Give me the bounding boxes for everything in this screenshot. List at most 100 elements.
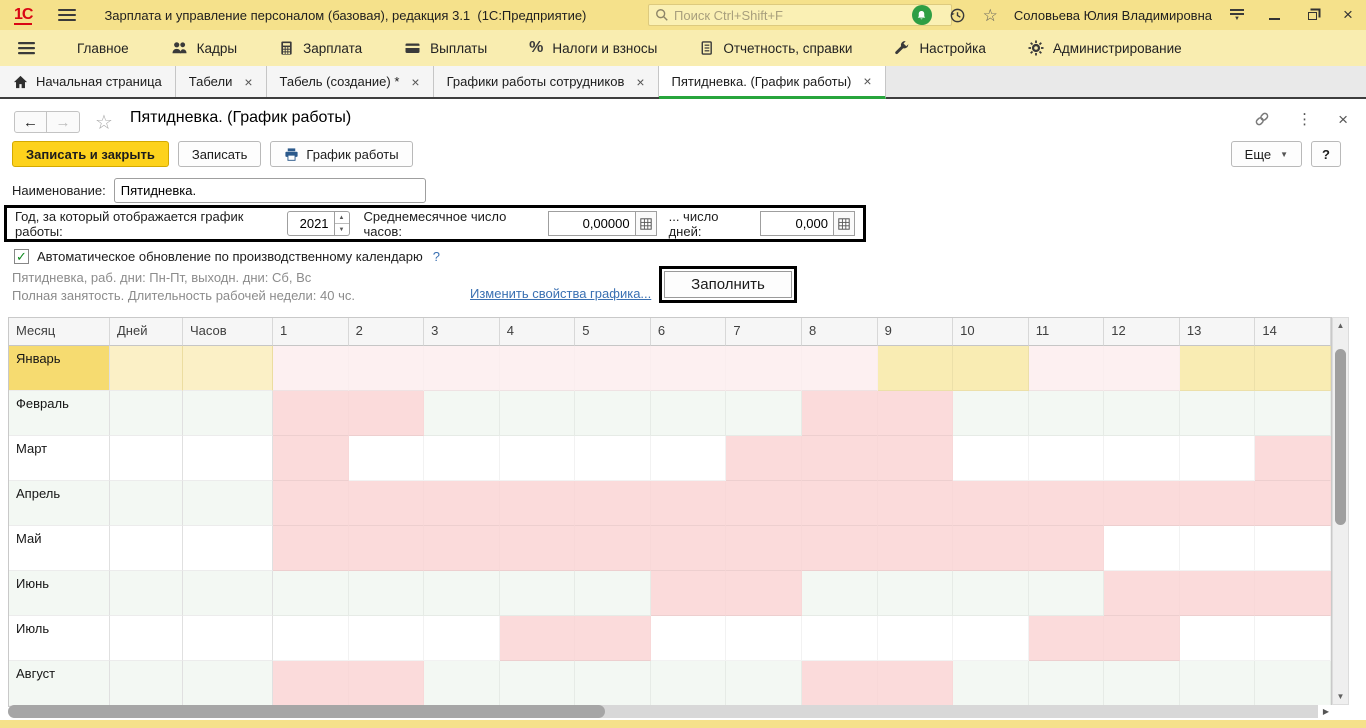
- day-cell[interactable]: [651, 391, 727, 436]
- save-button[interactable]: Записать: [178, 141, 262, 167]
- favorites-icon[interactable]: ☆: [983, 7, 998, 24]
- day-cell[interactable]: [953, 391, 1029, 436]
- day-cell[interactable]: [878, 436, 954, 481]
- tab-grafiki-raboty-sotrudnikov[interactable]: Графики работы сотрудников×: [434, 66, 659, 97]
- day-cell[interactable]: [802, 616, 878, 661]
- day-cell[interactable]: [273, 571, 349, 616]
- day-cell[interactable]: [273, 436, 349, 481]
- days-cell[interactable]: [110, 526, 183, 571]
- day-cell[interactable]: [500, 481, 576, 526]
- hours-cell[interactable]: [183, 616, 273, 661]
- day-cell[interactable]: [1180, 436, 1256, 481]
- day-cell[interactable]: [1180, 346, 1256, 391]
- menubar-item-glavnoe[interactable]: Главное: [77, 41, 129, 56]
- save-and-close-button[interactable]: Записать и закрыть: [12, 141, 169, 167]
- day-cell[interactable]: [1104, 346, 1180, 391]
- day-cell[interactable]: [424, 526, 500, 571]
- days-cell[interactable]: [110, 571, 183, 616]
- day-cell[interactable]: [878, 346, 954, 391]
- day-cell[interactable]: [500, 661, 576, 706]
- notifications-button[interactable]: [912, 5, 932, 25]
- avg-days-input[interactable]: [760, 211, 834, 236]
- avg-days-calc-button[interactable]: [834, 211, 855, 236]
- day-cell[interactable]: [500, 526, 576, 571]
- day-cell[interactable]: [1255, 391, 1331, 436]
- day-cell[interactable]: [500, 391, 576, 436]
- day-cell[interactable]: [726, 526, 802, 571]
- day-cell[interactable]: [1255, 436, 1331, 481]
- day-cell[interactable]: [575, 571, 651, 616]
- auto-update-hint[interactable]: ?: [433, 249, 440, 264]
- back-button[interactable]: ←: [14, 111, 47, 133]
- day-cell[interactable]: [802, 346, 878, 391]
- service-menu-icon[interactable]: ▼: [1230, 9, 1244, 21]
- day-cell[interactable]: [802, 391, 878, 436]
- menubar-item-vyplaty[interactable]: Выплаты: [404, 40, 487, 56]
- favorite-star-icon[interactable]: ☆: [95, 110, 113, 135]
- day-cell[interactable]: [349, 436, 425, 481]
- restore-button[interactable]: [1304, 7, 1320, 23]
- day-cell[interactable]: [802, 526, 878, 571]
- day-cell[interactable]: [726, 346, 802, 391]
- day-cell[interactable]: [575, 391, 651, 436]
- day-cell[interactable]: [1180, 391, 1256, 436]
- day-cell[interactable]: [1255, 346, 1331, 391]
- day-cell[interactable]: [1104, 391, 1180, 436]
- day-cell[interactable]: [1029, 346, 1105, 391]
- day-cell[interactable]: [1180, 571, 1256, 616]
- days-cell[interactable]: [110, 391, 183, 436]
- day-cell[interactable]: [349, 661, 425, 706]
- month-cell[interactable]: Февраль: [9, 391, 110, 436]
- day-cell[interactable]: [1255, 526, 1331, 571]
- tab-pyatidnevka-grafik-raboty[interactable]: Пятидневка. (График работы)×: [659, 66, 886, 99]
- day-cell[interactable]: [273, 346, 349, 391]
- scroll-up-icon[interactable]: ▲: [1333, 318, 1348, 333]
- day-cell[interactable]: [1104, 481, 1180, 526]
- day-cell[interactable]: [273, 391, 349, 436]
- day-cell[interactable]: [575, 481, 651, 526]
- day-cell[interactable]: [1029, 571, 1105, 616]
- horizontal-scrollbar[interactable]: ▶: [8, 705, 1332, 718]
- day-cell[interactable]: [424, 571, 500, 616]
- day-cell[interactable]: [878, 391, 954, 436]
- month-cell[interactable]: Май: [9, 526, 110, 571]
- day-cell[interactable]: [575, 346, 651, 391]
- day-cell[interactable]: [1029, 436, 1105, 481]
- edit-schedule-properties-link[interactable]: Изменить свойства графика...: [470, 286, 651, 301]
- day-cell[interactable]: [575, 436, 651, 481]
- month-cell[interactable]: Март: [9, 436, 110, 481]
- day-cell[interactable]: [878, 661, 954, 706]
- vertical-scrollbar[interactable]: ▲ ▼: [1332, 317, 1349, 705]
- day-cell[interactable]: [1180, 481, 1256, 526]
- tab-close-icon[interactable]: ×: [636, 75, 644, 89]
- day-cell[interactable]: [273, 616, 349, 661]
- day-cell[interactable]: [500, 616, 576, 661]
- day-cell[interactable]: [953, 481, 1029, 526]
- avg-hours-input[interactable]: [548, 211, 636, 236]
- day-cell[interactable]: [651, 481, 727, 526]
- name-input[interactable]: [114, 178, 426, 203]
- print-schedule-button[interactable]: График работы: [270, 141, 412, 167]
- menubar-item-kadry[interactable]: Кадры: [171, 40, 237, 56]
- day-cell[interactable]: [424, 661, 500, 706]
- day-cell[interactable]: [878, 526, 954, 571]
- tab-tabel-sozdanie[interactable]: Табель (создание) *×: [267, 66, 434, 97]
- day-cell[interactable]: [575, 526, 651, 571]
- hours-cell[interactable]: [183, 436, 273, 481]
- day-cell[interactable]: [1104, 436, 1180, 481]
- day-cell[interactable]: [726, 436, 802, 481]
- close-window-button[interactable]: ×: [1340, 7, 1356, 23]
- day-cell[interactable]: [424, 481, 500, 526]
- auto-update-checkbox[interactable]: ✓: [14, 249, 29, 264]
- scroll-down-icon[interactable]: ▼: [1333, 689, 1348, 704]
- day-cell[interactable]: [726, 481, 802, 526]
- day-cell[interactable]: [651, 346, 727, 391]
- day-cell[interactable]: [953, 436, 1029, 481]
- scroll-right-icon[interactable]: ▶: [1318, 705, 1334, 718]
- day-cell[interactable]: [349, 526, 425, 571]
- day-cell[interactable]: [802, 571, 878, 616]
- vertical-scroll-thumb[interactable]: [1335, 349, 1346, 525]
- day-cell[interactable]: [575, 661, 651, 706]
- menubar-item-nastroika[interactable]: Настройка: [894, 40, 985, 56]
- global-search[interactable]: [648, 4, 952, 26]
